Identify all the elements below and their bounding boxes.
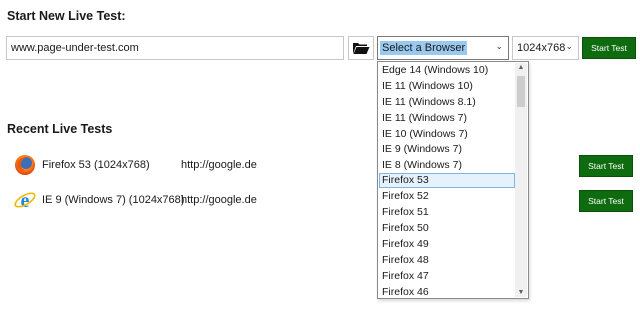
browser-select-value: Select a Browser [380,41,468,55]
resolution-select-value: 1024x768 [517,42,566,54]
dropdown-option[interactable]: IE 10 (Windows 7) [379,127,515,142]
ie-icon: e [14,190,36,212]
dropdown-option[interactable]: Firefox 51 [379,205,515,220]
firefox-icon [15,155,35,175]
url-input[interactable] [6,36,344,60]
dropdown-option[interactable]: Firefox 50 [379,221,515,236]
dropdown-option[interactable]: IE 11 (Windows 7) [379,111,515,126]
scrollbar-thumb[interactable] [517,76,525,107]
dropdown-option[interactable]: IE 8 (Windows 7) [379,158,515,173]
dropdown-option[interactable]: Firefox 47 [379,269,515,284]
browser-select[interactable]: Select a Browser ⌄ [377,36,509,60]
recent-test-row: Firefox 53 (1024x768) http://google.de S… [0,153,640,179]
dropdown-option[interactable]: Firefox 49 [379,237,515,252]
dropdown-option[interactable]: IE 11 (Windows 8.1) [379,95,515,110]
start-test-button[interactable]: Start Test [579,155,633,177]
dropdown-scrollbar[interactable]: ▲ ▼ [515,63,527,297]
recent-test-name: IE 9 (Windows 7) (1024x768) [42,194,185,206]
recent-test-row: e IE 9 (Windows 7) (1024x768) http://goo… [0,188,640,214]
chevron-down-icon: ⌄ [565,41,573,51]
dropdown-option[interactable]: Firefox 48 [379,253,515,268]
scroll-down-icon[interactable]: ▼ [515,289,527,296]
dropdown-option[interactable]: Edge 14 (Windows 10) [379,63,515,78]
dropdown-option[interactable]: IE 11 (Windows 10) [379,79,515,94]
recent-tests-heading: Recent Live Tests [7,122,113,136]
dropdown-option-highlighted[interactable]: Firefox 53 [379,173,515,188]
resolution-select[interactable]: 1024x768 ⌄ [512,36,579,60]
start-new-test-heading: Start New Live Test: [7,9,126,23]
browser-dropdown-list[interactable]: Edge 14 (Windows 10) IE 11 (Windows 10) … [377,61,529,299]
start-test-button[interactable]: Start Test [582,37,636,59]
start-test-button[interactable]: Start Test [579,190,633,212]
dropdown-option[interactable]: Firefox 52 [379,189,515,204]
recent-test-name: Firefox 53 (1024x768) [42,159,150,171]
scroll-up-icon[interactable]: ▲ [515,64,527,71]
folder-icon [353,43,370,54]
dropdown-option[interactable]: IE 9 (Windows 7) [379,142,515,157]
recent-test-url: http://google.de [181,194,257,206]
dropdown-option[interactable]: Firefox 46 [379,285,515,298]
chevron-down-icon: ⌄ [495,41,503,51]
open-folder-button[interactable] [348,36,374,60]
recent-test-url: http://google.de [181,159,257,171]
